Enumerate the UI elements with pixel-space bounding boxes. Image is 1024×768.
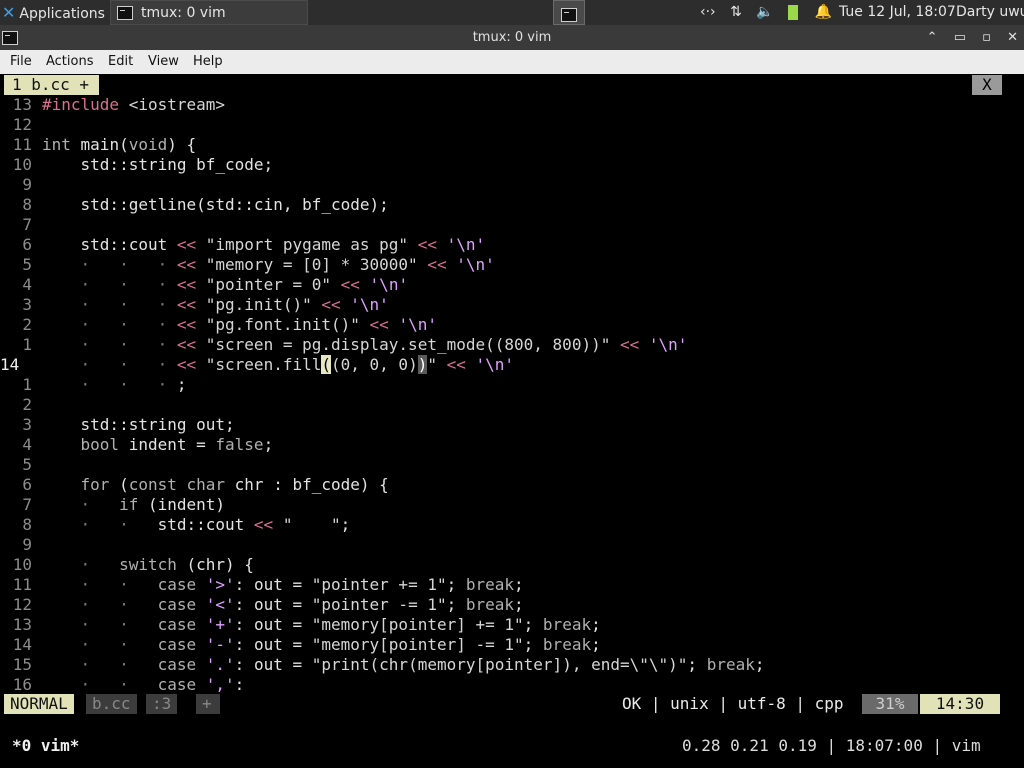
code-line: 1 · · · << "screen = pg.display.set_mode… [22, 335, 688, 354]
code-line: 14 · · case '-': out = "memory[pointer] … [12, 635, 601, 654]
network-icon[interactable]: ‹·› [700, 4, 716, 20]
code-buffer[interactable]: 13 #include <iostream> 12 11 int main(void… [0, 95, 1024, 695]
code-line: 1 · · · ; [22, 375, 187, 394]
chevron-up-icon[interactable]: ⌃ [927, 30, 938, 45]
code-line: 5 · · · << "memory = [0] * 30000" << '\n… [22, 255, 495, 274]
code-line: 7 · if (indent) [22, 495, 226, 514]
vim-status-modified: + [196, 694, 220, 714]
code-line: 13 #include <iostream> [12, 95, 226, 114]
menu-edit[interactable]: Edit [108, 50, 133, 73]
taskbar-item-terminal[interactable]: tmux: 0 vim [110, 0, 308, 25]
maximize-icon[interactable]: ▫ [982, 30, 991, 45]
minimize-icon[interactable]: ▭ [954, 30, 966, 45]
code-line: 2 [22, 395, 32, 414]
code-line: 9 [22, 175, 32, 194]
code-line: 4 · · · << "pointer = 0" << '\n' [22, 275, 409, 294]
tmux-statusbar: *0 vim* 0.28 0.21 0.19 | 18:07:00 | vim [0, 734, 1024, 758]
vim-status-position: 14:30 [920, 694, 1000, 714]
tmux-window[interactable]: *0 vim* [12, 734, 79, 758]
code-line: 16 · · case ',': [12, 675, 245, 694]
code-line-current: 14 · · · << "screen.fill((0, 0, 0))" << … [0, 355, 515, 374]
vim-tab-current[interactable]: 1 b.cc + [4, 75, 100, 95]
notification-bell-icon[interactable]: 🔔 [815, 4, 832, 20]
vim-status-file: b.cc [86, 694, 137, 714]
window-controls: ⌃ ▭ ▫ ✕ [915, 25, 1018, 50]
code-line: 2 · · · << "pg.font.init()" << '\n' [22, 315, 437, 334]
volume-icon[interactable]: 🔈 [756, 4, 773, 20]
vim-status-info: OK | unix | utf-8 | cpp [622, 694, 844, 713]
vim-tabline: 1 b.cc + X [0, 74, 1024, 95]
system-tray: ‹·› ⇅ 🔈 🔔 [700, 0, 842, 25]
code-line: 12 [12, 115, 32, 134]
code-line: 11 · · case '>': out = "pointer += 1"; b… [12, 575, 524, 594]
code-line: 9 [22, 535, 32, 554]
code-line: 8 std::getline(std::cin, bf_code); [22, 195, 389, 214]
menu-help[interactable]: Help [193, 50, 223, 73]
clock[interactable]: Tue 12 Jul, 18:07 [839, 0, 956, 25]
code-line: 4 bool indent = false; [22, 435, 274, 454]
code-line: 3 · · · << "pg.init()" << '\n' [22, 295, 389, 314]
code-line: 6 std::cout << "import pygame as pg" << … [22, 235, 486, 254]
code-line: 11 int main(void) { [12, 135, 197, 154]
taskbar-item-label: tmux: 0 vim [141, 5, 226, 21]
window-titlebar[interactable]: tmux: 0 vim ⌃ ▭ ▫ ✕ [0, 25, 1024, 50]
workspace-button[interactable] [553, 0, 585, 25]
vim-status-percent: 31% [862, 694, 918, 714]
terminal-area[interactable]: 1 b.cc + X 13 #include <iostream> 12 11 in… [0, 74, 1024, 768]
vim-mode: NORMAL [4, 694, 74, 714]
code-line: 3 std::string out; [22, 415, 235, 434]
menubar: File Actions Edit View Help [0, 50, 1024, 75]
vim-status-line: :3 [146, 694, 178, 714]
top-panel: ✕ Applications tmux: 0 vim ‹·› ⇅ 🔈 🔔 Tue … [0, 0, 1024, 25]
applications-label: Applications [19, 6, 105, 22]
code-line: 13 · · case '+': out = "memory[pointer] … [12, 615, 601, 634]
xfce-logo-icon: ✕ [2, 3, 16, 22]
window-title: tmux: 0 vim [472, 30, 552, 45]
code-line: 15 · · case '.': out = "print(chr(memory… [12, 655, 765, 674]
code-line: 12 · · case '<': out = "pointer -= 1"; b… [12, 595, 524, 614]
terminal-icon [117, 6, 133, 20]
close-icon[interactable]: ✕ [1007, 30, 1018, 45]
code-line: 5 [22, 455, 32, 474]
vim-statusline: NORMAL b.cc :3 + OK | unix | utf-8 | cpp… [0, 694, 1024, 716]
menu-actions[interactable]: Actions [46, 50, 94, 73]
code-line: 6 for (const char chr : bf_code) { [22, 475, 389, 494]
code-line: 10 std::string bf_code; [12, 155, 274, 174]
applications-menu[interactable]: ✕ Applications [2, 0, 105, 25]
tmux-status-right: 0.28 0.21 0.19 | 18:07:00 | vim [682, 736, 981, 755]
battery-icon[interactable] [788, 4, 799, 20]
code-line: 10 · switch (chr) { [12, 555, 254, 574]
terminal-icon [561, 7, 577, 22]
code-line: 8 · · std::cout << " "; [22, 515, 351, 534]
user-name[interactable]: Darty uwu [956, 0, 1024, 25]
updown-icon[interactable]: ⇅ [730, 4, 742, 20]
menu-file[interactable]: File [10, 50, 32, 73]
vim-tab-close[interactable]: X [972, 75, 1002, 95]
menu-view[interactable]: View [148, 50, 179, 73]
code-line: 7 [22, 215, 32, 234]
